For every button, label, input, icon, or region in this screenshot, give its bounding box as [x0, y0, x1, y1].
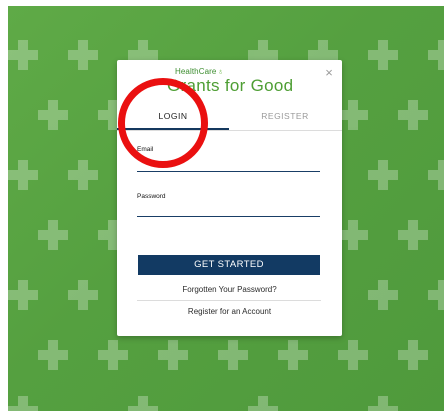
plus-icon [428, 160, 444, 190]
plus-icon [338, 100, 368, 130]
password-label: Password [137, 193, 166, 200]
plus-icon [128, 396, 158, 411]
register-account-link[interactable]: Register for an Account [117, 307, 342, 316]
password-field[interactable] [137, 204, 320, 217]
plus-icon [338, 340, 368, 370]
plus-icon [368, 280, 398, 310]
plus-icon [8, 280, 38, 310]
plus-icon [98, 340, 128, 370]
plus-icon [68, 160, 98, 190]
plus-icon [8, 160, 38, 190]
brand-logo-small: HealthCare♁ [175, 67, 224, 76]
leaf-icon: ♁ [217, 67, 224, 76]
plus-icon [368, 40, 398, 70]
plus-icon [68, 280, 98, 310]
highlight-circle [118, 78, 208, 168]
get-started-button[interactable]: GET STARTED [138, 255, 320, 275]
plus-icon [38, 100, 68, 130]
plus-icon [398, 100, 428, 130]
close-icon[interactable]: × [322, 66, 336, 80]
tab-register[interactable]: REGISTER [229, 102, 341, 130]
forgot-password-link[interactable]: Forgotten Your Password? [117, 285, 342, 294]
plus-icon [368, 396, 398, 411]
plus-icon [68, 40, 98, 70]
plus-icon [368, 160, 398, 190]
plus-icon [8, 396, 38, 411]
plus-icon [158, 340, 188, 370]
plus-icon [428, 280, 444, 310]
plus-icon [38, 220, 68, 250]
plus-icon [38, 340, 68, 370]
plus-icon [398, 220, 428, 250]
plus-icon [8, 40, 38, 70]
divider [137, 300, 321, 301]
plus-icon [248, 396, 278, 411]
plus-icon [218, 340, 248, 370]
plus-icon [338, 220, 368, 250]
plus-icon [428, 40, 444, 70]
plus-icon [278, 340, 308, 370]
plus-icon [398, 340, 428, 370]
